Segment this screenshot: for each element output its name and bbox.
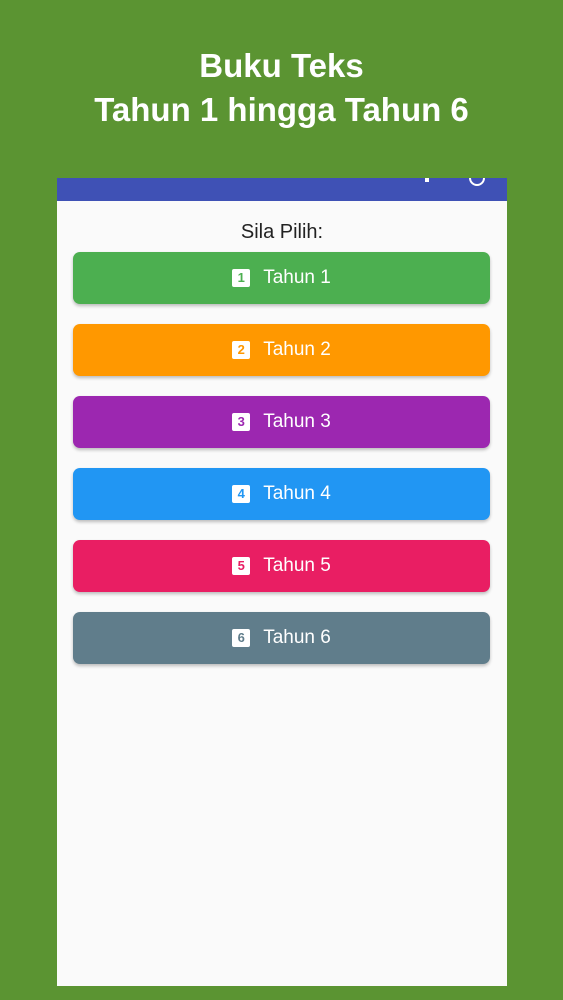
signal-icon: [425, 178, 429, 182]
tahun-3-label: Tahun 3: [263, 411, 331, 432]
promo-title: Buku Teks Tahun 1 hingga Tahun 6: [0, 44, 563, 132]
battery-icon: [469, 178, 485, 186]
tahun-5-button[interactable]: 5 Tahun 5: [73, 540, 490, 592]
tahun-4-button[interactable]: 4 Tahun 4: [73, 468, 490, 520]
select-prompt: Sila Pilih:: [240, 221, 324, 243]
number-1-icon: 1: [232, 269, 251, 287]
tahun-3-button[interactable]: 3 Tahun 3: [73, 396, 490, 448]
number-6-icon: 6: [232, 629, 251, 647]
tahun-1-label: Tahun 1: [263, 267, 331, 288]
number-2-icon: 2: [232, 341, 251, 359]
tahun-1-button[interactable]: 1 Tahun 1: [73, 252, 490, 304]
app-bar: [57, 178, 507, 201]
year-list: 1 Tahun 1 2 Tahun 2 3 Tahun 3 4 Tahun 4 …: [73, 252, 490, 684]
tahun-5-label: Tahun 5: [263, 555, 331, 576]
promo-title-line-1: Buku Teks: [199, 47, 364, 84]
number-5-icon: 5: [232, 557, 251, 575]
tahun-6-button[interactable]: 6 Tahun 6: [73, 612, 490, 664]
promo-title-line-2: Tahun 1 hingga Tahun 6: [94, 91, 469, 128]
number-3-icon: 3: [232, 413, 251, 431]
tahun-6-label: Tahun 6: [263, 627, 331, 648]
tahun-2-label: Tahun 2: [263, 339, 331, 360]
tahun-2-button[interactable]: 2 Tahun 2: [73, 324, 490, 376]
tahun-4-label: Tahun 4: [263, 483, 331, 504]
number-4-icon: 4: [232, 485, 251, 503]
phone-screen: Sila Pilih: 1 Tahun 1 2 Tahun 2 3 Tahun …: [57, 178, 507, 986]
